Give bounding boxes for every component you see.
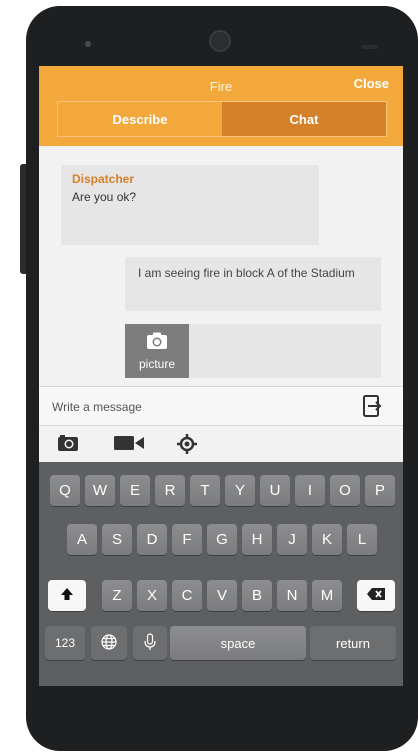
tab-describe[interactable]: Describe [58, 102, 222, 136]
message-incoming: Dispatcher Are you ok? [61, 165, 319, 245]
message-attachment: picture [125, 324, 381, 378]
key-l[interactable]: L [347, 524, 377, 555]
incident-title: Fire [209, 79, 233, 94]
camera-icon[interactable] [57, 434, 79, 457]
key-k[interactable]: K [312, 524, 342, 555]
video-icon[interactable] [113, 434, 145, 457]
space-key[interactable]: space [170, 626, 306, 660]
key-a[interactable]: A [67, 524, 97, 555]
side-button [20, 164, 26, 274]
key-t[interactable]: T [190, 475, 220, 506]
key-u[interactable]: U [260, 475, 290, 506]
key-v[interactable]: V [207, 580, 237, 611]
key-x[interactable]: X [137, 580, 167, 611]
key-c[interactable]: C [172, 580, 202, 611]
keyboard: Q W E R T Y U I O P A S D F G H J K L Z … [39, 462, 403, 686]
camera-icon [146, 332, 168, 355]
key-z[interactable]: Z [102, 580, 132, 611]
message-placeholder: Write a message [52, 400, 142, 414]
location-icon[interactable] [177, 434, 197, 459]
tab-chat[interactable]: Chat [222, 102, 386, 136]
close-button[interactable]: Close [354, 76, 389, 91]
speaker [362, 45, 378, 49]
send-icon[interactable] [363, 395, 383, 422]
shift-key[interactable] [48, 580, 86, 611]
key-m[interactable]: M [312, 580, 342, 611]
sensor [85, 41, 91, 47]
key-s[interactable]: S [102, 524, 132, 555]
message-sender: Dispatcher [72, 172, 135, 186]
key-e[interactable]: E [120, 475, 150, 506]
key-y[interactable]: Y [225, 475, 255, 506]
message-composer: Write a message [39, 386, 403, 427]
header-bar: Fire Close Describe Chat [39, 66, 403, 146]
key-j[interactable]: J [277, 524, 307, 555]
numbers-key[interactable]: 123 [45, 626, 85, 660]
front-camera [209, 30, 231, 52]
attachment-toolbar [39, 426, 403, 462]
key-o[interactable]: O [330, 475, 360, 506]
key-h[interactable]: H [242, 524, 272, 555]
key-i[interactable]: I [295, 475, 325, 506]
backspace-key[interactable] [357, 580, 395, 611]
globe-icon [101, 633, 117, 653]
key-b[interactable]: B [242, 580, 272, 611]
message-text: Are you ok? [72, 190, 137, 204]
globe-key[interactable] [91, 626, 127, 660]
key-n[interactable]: N [277, 580, 307, 611]
key-d[interactable]: D [137, 524, 167, 555]
shift-icon [60, 587, 74, 605]
microphone-icon [144, 632, 156, 654]
picture-attachment[interactable]: picture [125, 324, 189, 378]
message-outgoing: I am seeing fire in block A of the Stadi… [125, 257, 381, 311]
backspace-icon [366, 587, 386, 605]
key-g[interactable]: G [207, 524, 237, 555]
key-p[interactable]: P [365, 475, 395, 506]
key-r[interactable]: R [155, 475, 185, 506]
key-q[interactable]: Q [50, 475, 80, 506]
return-key[interactable]: return [310, 626, 396, 660]
key-w[interactable]: W [85, 475, 115, 506]
key-f[interactable]: F [172, 524, 202, 555]
picture-label: picture [138, 356, 176, 371]
microphone-key[interactable] [133, 626, 167, 660]
tab-bar: Describe Chat [57, 101, 387, 137]
app-screen: Fire Close Describe Chat Dispatcher Are … [39, 66, 403, 686]
